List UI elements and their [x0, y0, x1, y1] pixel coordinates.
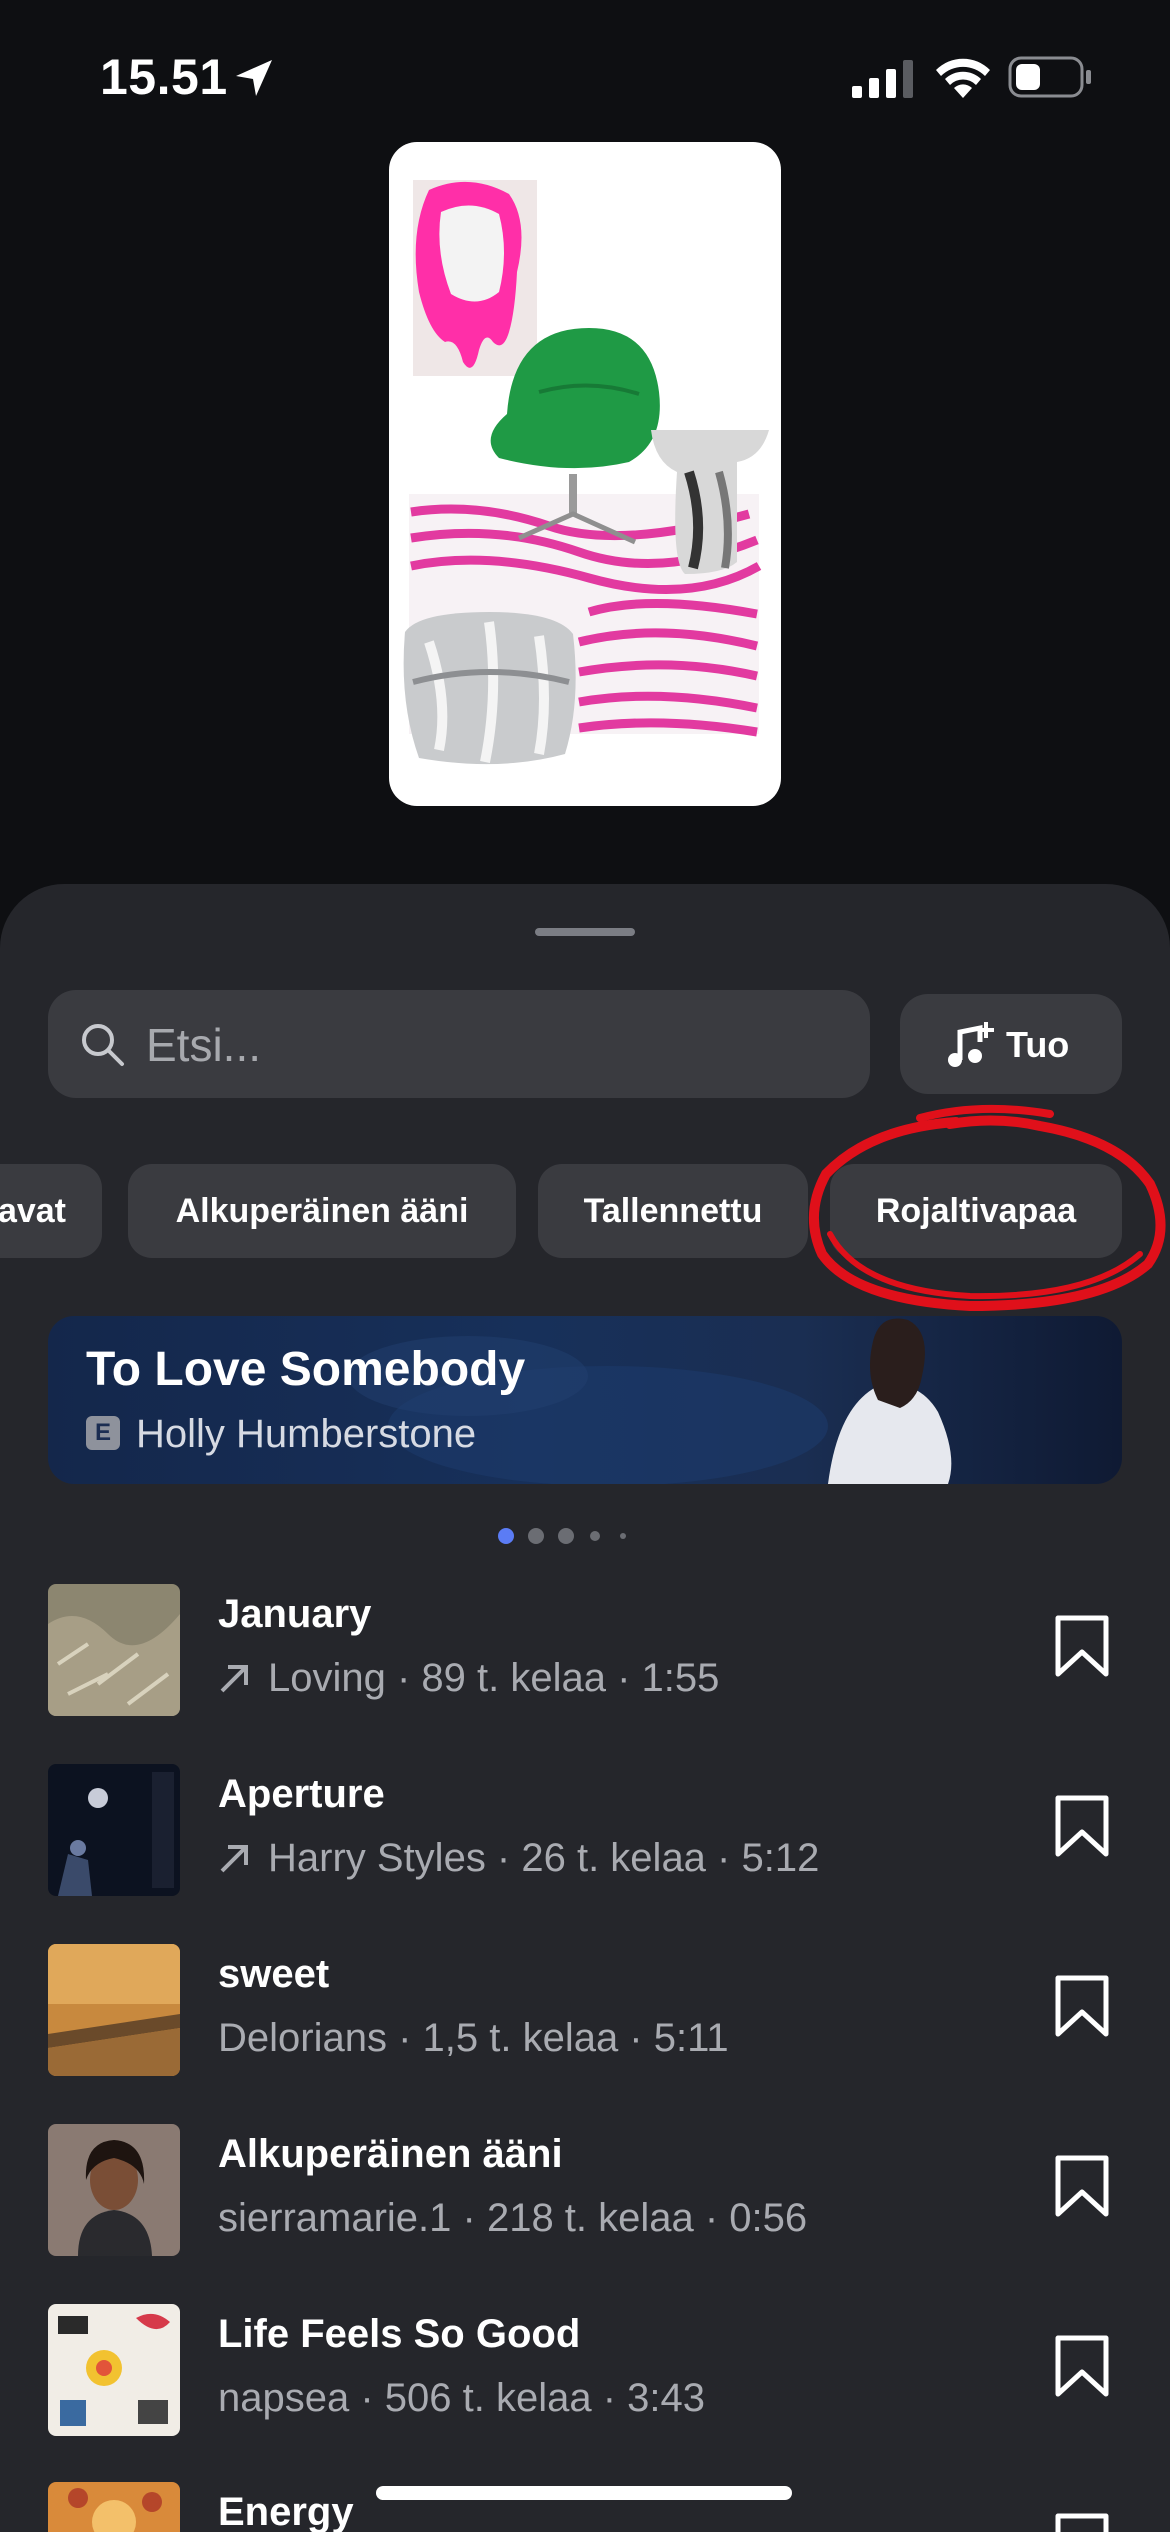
moodboard-image	[403, 180, 769, 765]
screen: 15.51 Etsi... Tuo avat Alkuperäinen ääni…	[0, 0, 1170, 2532]
bookmark-icon[interactable]	[1054, 2154, 1110, 2218]
track-row[interactable]: Aperture Harry Styles · 26 t. kelaa · 5:…	[48, 1764, 1122, 1904]
trending-arrow-icon	[220, 1845, 248, 1873]
track-meta-text: Delorians · 1,5 t. kelaa · 5:11	[218, 2016, 729, 2060]
wifi-icon	[936, 58, 990, 98]
status-time: 15.51	[100, 49, 228, 105]
location-arrow-icon	[236, 60, 272, 96]
track-title: Alkuperäinen ääni	[218, 2132, 563, 2176]
chip-label: Alkuperäinen ääni	[175, 1192, 469, 1230]
explicit-badge: E	[86, 1416, 120, 1450]
filter-chip-partial[interactable]: avat	[0, 1164, 102, 1258]
track-row[interactable]: January Loving · 89 t. kelaa · 1:55	[48, 1584, 1122, 1724]
import-button[interactable]: Tuo	[900, 994, 1122, 1094]
filter-chip-saved[interactable]: Tallennettu	[538, 1164, 808, 1258]
cellular-signal-icon	[852, 60, 913, 98]
track-row[interactable]: sweet Delorians · 1,5 t. kelaa · 5:11	[48, 1944, 1122, 2084]
track-meta-text: Loving · 89 t. kelaa · 1:55	[268, 1656, 720, 1700]
track-meta: Delorians · 1,5 t. kelaa · 5:11	[218, 2016, 729, 2061]
page-dot	[620, 1533, 626, 1539]
track-title: January	[218, 1592, 372, 1636]
bookmark-icon[interactable]	[1054, 2512, 1110, 2532]
page-dot	[528, 1528, 544, 1544]
featured-song-banner[interactable]: To Love Somebody E Holly Humberstone	[48, 1316, 1122, 1484]
track-title: Energy	[218, 2490, 354, 2532]
track-cover	[48, 1764, 180, 1896]
page-dot	[498, 1528, 514, 1544]
home-indicator	[376, 2486, 792, 2500]
page-dot	[558, 1528, 574, 1544]
track-meta: Loving · 89 t. kelaa · 1:55	[218, 1656, 719, 1701]
track-title: sweet	[218, 1952, 330, 1996]
bookmark-icon[interactable]	[1054, 2334, 1110, 2398]
featured-song-title: To Love Somebody	[86, 1343, 526, 1396]
media-preview[interactable]	[389, 142, 781, 806]
bookmark-icon[interactable]	[1054, 1794, 1110, 1858]
status-bar: 15.51	[0, 0, 1170, 150]
bookmark-icon[interactable]	[1054, 1974, 1110, 2038]
track-row[interactable]: Alkuperäinen ääni sierramarie.1 · 218 t.…	[48, 2124, 1122, 2264]
chip-label: Tallennettu	[583, 1192, 763, 1230]
chip-label: avat	[0, 1192, 66, 1230]
page-dot	[590, 1531, 600, 1541]
track-meta: napsea · 506 t. kelaa · 3:43	[218, 2376, 705, 2421]
track-meta-text: napsea · 506 t. kelaa · 3:43	[218, 2376, 705, 2420]
sheet-grabber[interactable]	[535, 928, 635, 936]
track-title: Life Feels So Good	[218, 2312, 581, 2356]
track-meta: sierramarie.1 · 218 t. kelaa · 0:56	[218, 2196, 807, 2241]
filter-chip-original-audio[interactable]: Alkuperäinen ääni	[128, 1164, 516, 1258]
track-title: Aperture	[218, 1772, 385, 1816]
banner-page-indicator	[494, 1524, 694, 1544]
filter-chip-royalty-free[interactable]: Rojaltivapaa	[830, 1164, 1122, 1258]
audio-picker-sheet: Etsi... Tuo avat Alkuperäinen ääni Talle…	[0, 884, 1170, 2532]
chip-label: Rojaltivapaa	[875, 1192, 1077, 1230]
track-cover	[48, 1584, 180, 1716]
track-cover	[48, 2304, 180, 2436]
track-meta-text: Harry Styles · 26 t. kelaa · 5:12	[268, 1836, 820, 1880]
track-meta-text: sierramarie.1 · 218 t. kelaa · 0:56	[218, 2196, 808, 2240]
track-cover	[48, 2124, 180, 2256]
featured-song-artist: Holly Humberstone	[136, 1412, 477, 1456]
music-note-plus-icon	[948, 1022, 994, 1067]
bookmark-icon[interactable]	[1054, 1614, 1110, 1678]
battery-icon	[1008, 56, 1091, 98]
trending-arrow-icon	[220, 1665, 248, 1693]
search-input[interactable]: Etsi...	[48, 990, 870, 1098]
import-label: Tuo	[1006, 1024, 1070, 1065]
search-icon	[82, 1024, 124, 1066]
track-meta: Harry Styles · 26 t. kelaa · 5:12	[218, 1836, 819, 1881]
track-cover	[48, 1944, 180, 2076]
search-placeholder: Etsi...	[146, 1019, 262, 1071]
track-cover	[48, 2482, 180, 2532]
track-row[interactable]: Life Feels So Good napsea · 506 t. kelaa…	[48, 2304, 1122, 2444]
